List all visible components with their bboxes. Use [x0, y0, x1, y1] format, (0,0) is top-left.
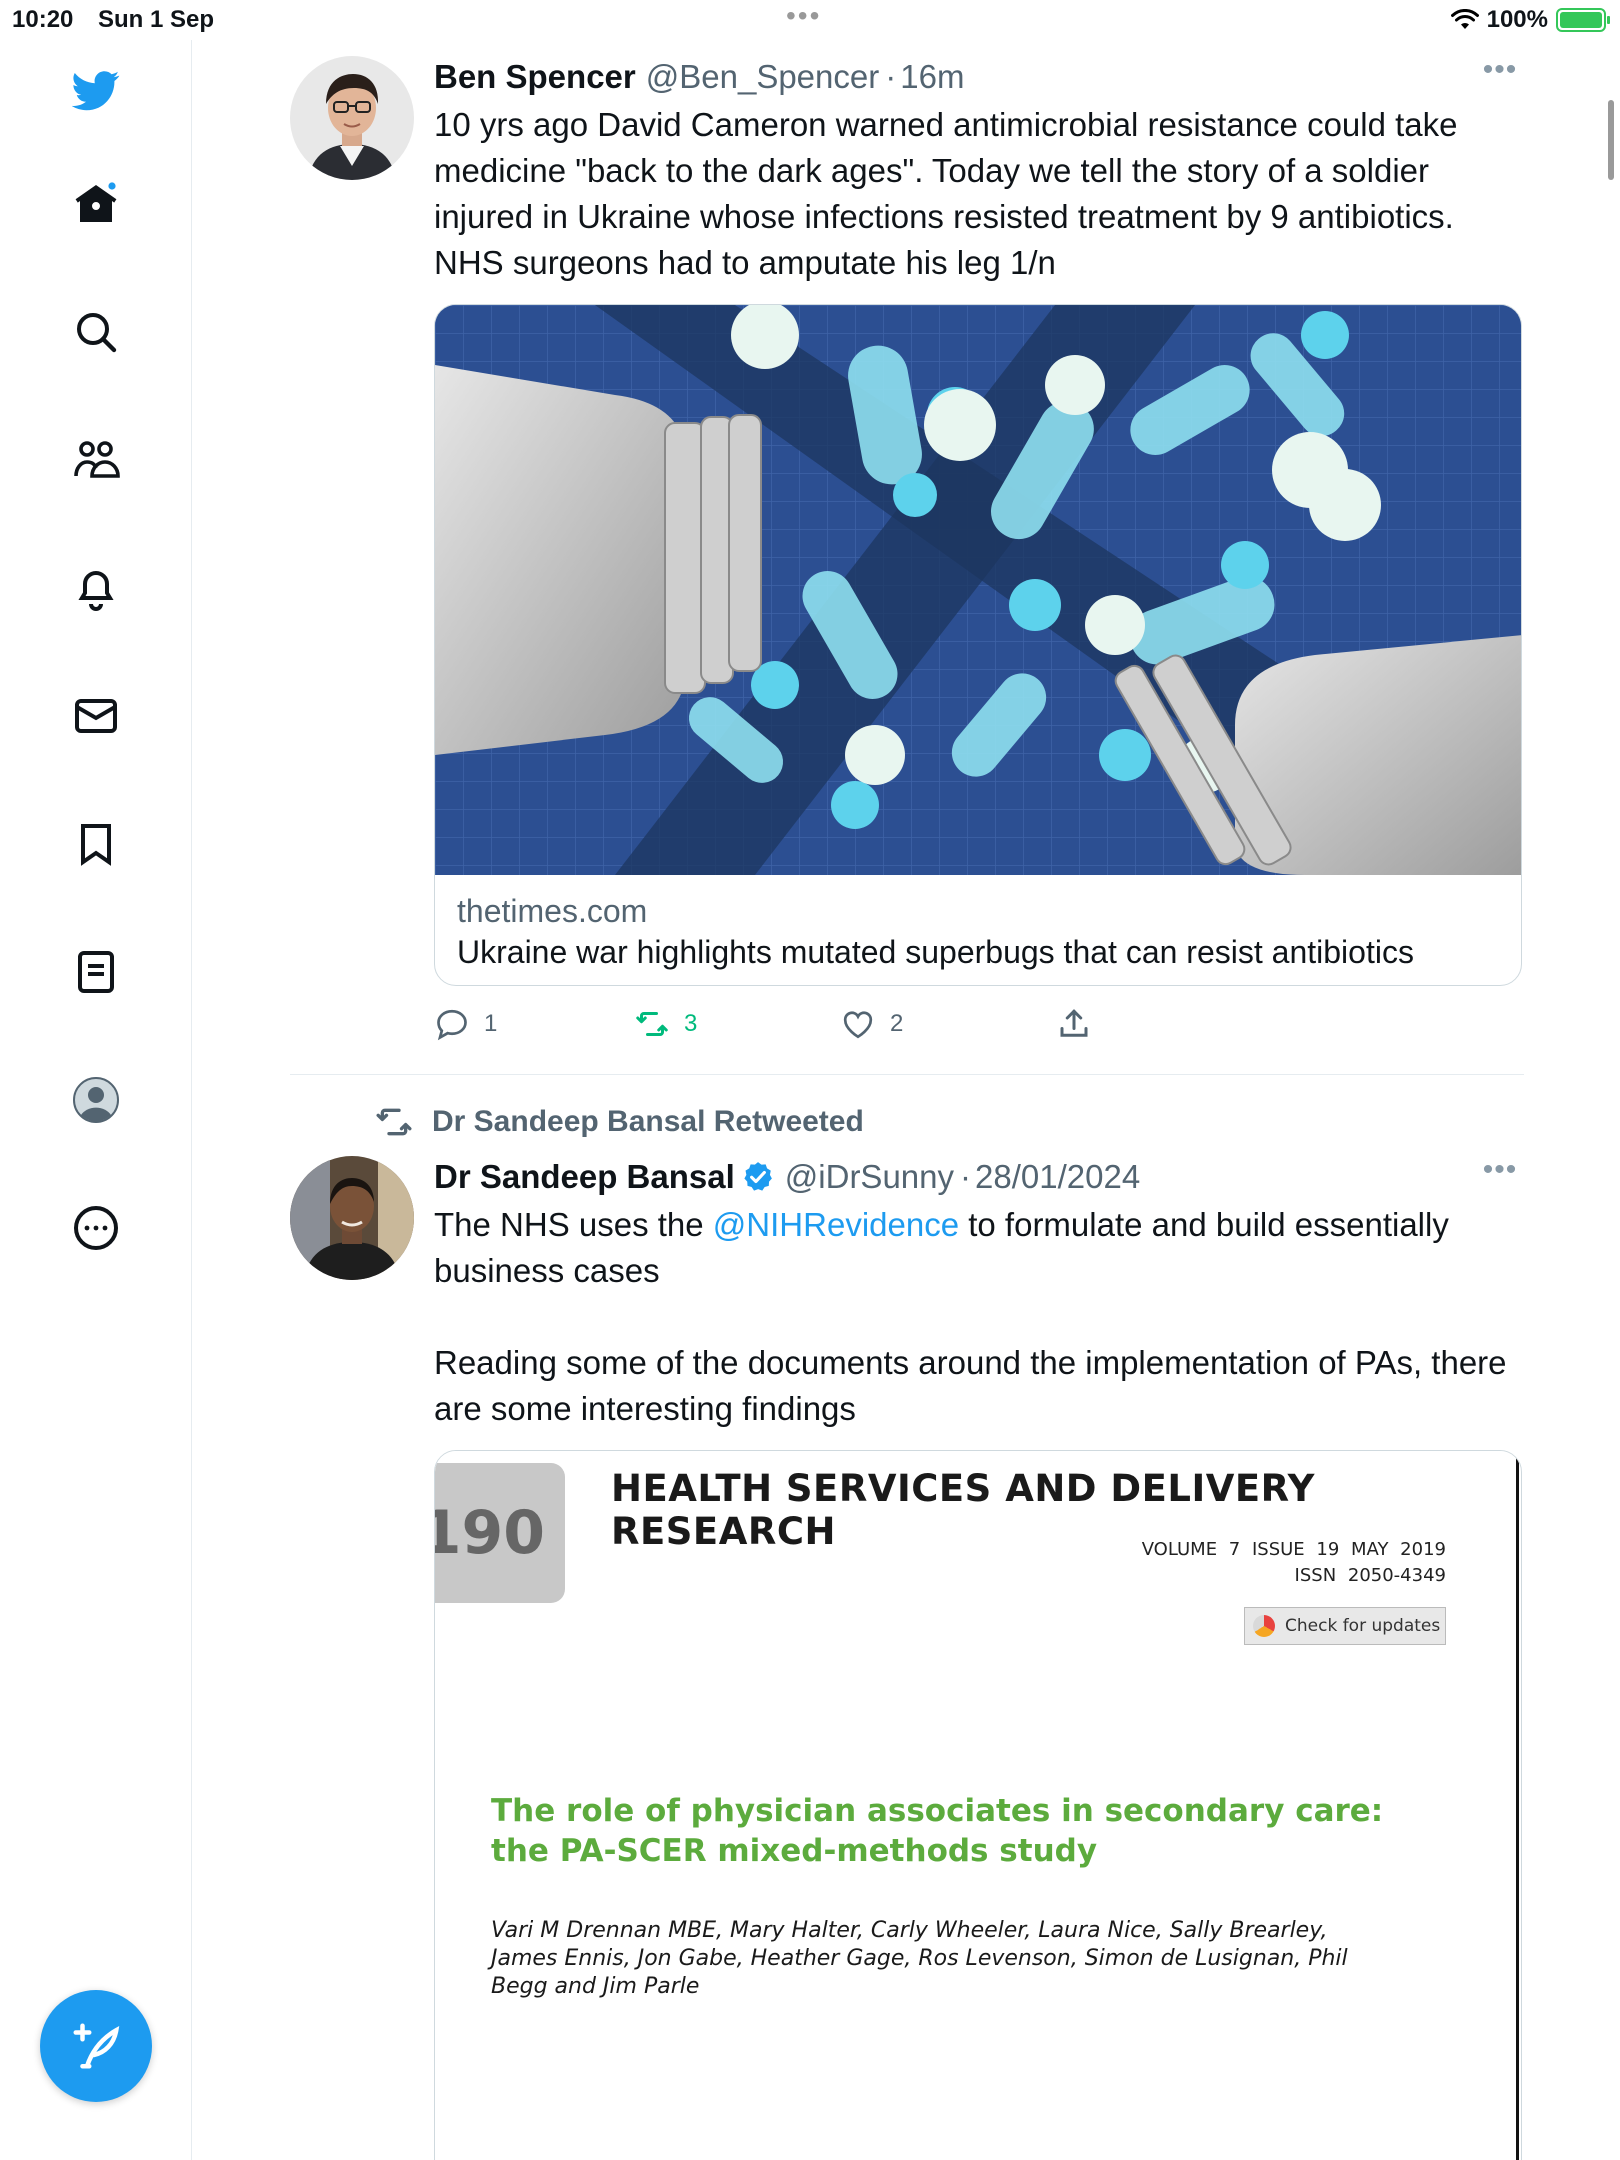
retweet-button[interactable]: 3: [634, 1006, 840, 1042]
battery-icon: [1556, 8, 1610, 32]
communities-icon[interactable]: [66, 430, 126, 490]
document-title-line: The role of physician associates in seco…: [491, 1793, 1384, 1829]
card-title: Ukraine war highlights mutated superbugs…: [457, 934, 1414, 970]
more-icon[interactable]: [66, 1198, 126, 1258]
status-right: 100%: [1450, 6, 1610, 34]
like-button[interactable]: 2: [840, 1006, 1056, 1042]
avatar[interactable]: [290, 56, 414, 180]
lists-icon[interactable]: [66, 942, 126, 1002]
header-separator: ·: [960, 1158, 972, 1195]
author-name[interactable]: Dr Sandeep Bansal: [434, 1156, 735, 1198]
tweet-time[interactable]: 28/01/2024: [975, 1156, 1140, 1198]
tweet-body: Dr Sandeep Bansal @iDrSunny · 28/01/2024…: [434, 1155, 1520, 1432]
battery-level: [1560, 12, 1602, 28]
profile-icon[interactable]: [66, 1070, 126, 1130]
tweet-time[interactable]: 16m: [900, 56, 964, 98]
crossmark-icon: [1253, 1615, 1275, 1637]
check-for-updates-badge: Check for updates: [1244, 1607, 1446, 1645]
home-icon[interactable]: [66, 174, 126, 234]
reply-count: 1: [484, 1010, 498, 1037]
more-options-button[interactable]: •••: [1480, 55, 1520, 96]
document-title-line: the PA-SCER mixed-methods study: [491, 1833, 1098, 1869]
document-title: The role of physician associates in seco…: [491, 1791, 1383, 1871]
tweet-divider: [290, 1074, 1524, 1075]
tweet-header: Ben Spencer @Ben_Spencer · 16m: [434, 56, 1520, 98]
twitter-app: 10:20 Sun 1 Sep ••• 100% Ben Spencer @Be…: [0, 0, 1620, 2160]
tweet-paragraph: The NHS uses the @NIHRevidence to formul…: [434, 1202, 1520, 1294]
document-volume: VOLUME 7 ISSUE 19 MAY 2019 ISSN 2050-434…: [1142, 1537, 1446, 1589]
compose-tweet-icon: [73, 2023, 120, 2069]
compose-tweet-button[interactable]: [40, 1990, 152, 2102]
wifi-icon: [1450, 9, 1479, 29]
mention-link[interactable]: @NIHRevidence: [713, 1206, 959, 1243]
heart-icon: [843, 1011, 873, 1039]
tweet-actions: 1 3 2: [434, 1006, 1092, 1042]
retweeted-by[interactable]: Dr Sandeep Bansal Retweeted: [374, 1102, 864, 1142]
multitask-indicator[interactable]: •••: [786, 0, 821, 32]
card-footer: thetimes.com Ukraine war highlights muta…: [435, 875, 1521, 985]
retweet-icon: [376, 1108, 412, 1136]
avatar[interactable]: [290, 1156, 414, 1280]
tweet[interactable]: Dr Sandeep Bansal @iDrSunny · 28/01/2024…: [290, 1155, 1522, 2160]
document-page: 190 HEALTH SERVICES AND DELIVERY RESEARC…: [435, 1451, 1519, 2160]
tweet-image[interactable]: 190 HEALTH SERVICES AND DELIVERY RESEARC…: [434, 1450, 1522, 2160]
sidebar: [0, 40, 192, 2160]
tweet[interactable]: Ben Spencer @Ben_Spencer · 16m ••• 10 yr…: [290, 55, 1522, 1070]
status-time: 10:20: [12, 6, 74, 33]
tweet-header: Dr Sandeep Bansal @iDrSunny · 28/01/2024: [434, 1156, 1520, 1198]
link-card[interactable]: thetimes.com Ukraine war highlights muta…: [434, 304, 1522, 986]
notifications-icon[interactable]: [66, 558, 126, 618]
check-for-updates-label: Check for updates: [1285, 1616, 1441, 1636]
reply-icon: [437, 1009, 467, 1041]
card-domain: thetimes.com: [457, 893, 648, 929]
retweeted-by-label: Dr Sandeep Bansal Retweeted: [432, 1105, 864, 1138]
battery-percent: 100%: [1486, 6, 1548, 33]
retweet-icon: [636, 1012, 668, 1036]
document-issn: ISSN 2050-4349: [1294, 1565, 1446, 1586]
tweet-text-part: The NHS uses the: [434, 1206, 713, 1243]
tweet-text: The NHS uses the @NIHRevidence to formul…: [434, 1202, 1520, 1432]
header-separator: ·: [885, 58, 897, 95]
author-name[interactable]: Ben Spencer: [434, 56, 636, 98]
messages-icon[interactable]: [66, 686, 126, 746]
share-button[interactable]: [1056, 1006, 1092, 1042]
status-date: Sun 1 Sep: [98, 6, 215, 33]
document-authors: Vari M Drennan MBE, Mary Halter, Carly W…: [491, 1918, 1348, 1999]
feed-scrollbar[interactable]: [1608, 100, 1614, 180]
twitter-logo-icon[interactable]: [66, 60, 126, 120]
tweet-paragraph: Reading some of the documents around the…: [434, 1344, 1507, 1427]
reply-button[interactable]: 1: [434, 1006, 634, 1042]
status-bar: 10:20 Sun 1 Sep ••• 100%: [0, 0, 1620, 40]
document-volume-line: VOLUME 7 ISSUE 19 MAY 2019: [1141, 1539, 1446, 1560]
like-count: 2: [890, 1010, 904, 1037]
more-options-button[interactable]: •••: [1480, 1155, 1520, 1196]
tweet-body: Ben Spencer @Ben_Spencer · 16m ••• 10 yr…: [434, 55, 1520, 286]
search-icon[interactable]: [66, 302, 126, 362]
share-icon: [1060, 1009, 1088, 1037]
bookmarks-icon[interactable]: [66, 814, 126, 874]
verified-badge-icon: [741, 1160, 775, 1194]
author-handle[interactable]: @Ben_Spencer: [646, 56, 879, 98]
retweet-count: 3: [684, 1010, 698, 1037]
document-tab-number: 190: [435, 1463, 565, 1603]
author-handle[interactable]: @iDrSunny: [785, 1156, 954, 1198]
tweet-text: 10 yrs ago David Cameron warned antimicr…: [434, 106, 1458, 281]
article-image: [435, 305, 1521, 875]
